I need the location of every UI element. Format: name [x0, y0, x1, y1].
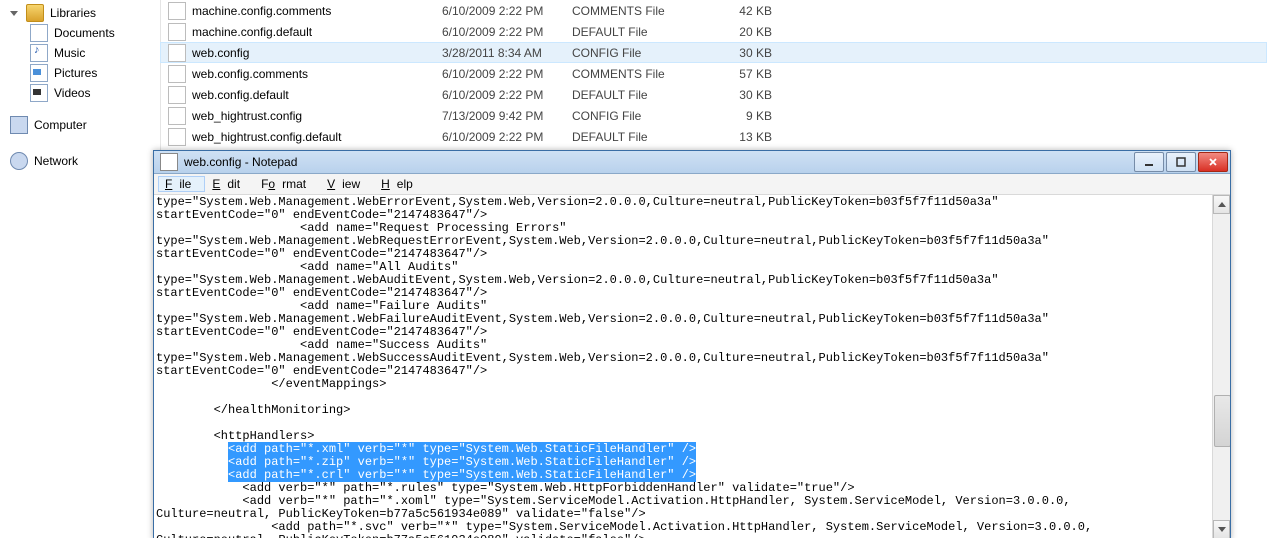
expand-icon: [10, 11, 18, 16]
menu-file[interactable]: File: [158, 176, 205, 192]
file-icon: [168, 86, 186, 104]
file-icon: [168, 2, 186, 20]
file-row[interactable]: web.config.comments6/10/2009 2:22 PMCOMM…: [160, 63, 1267, 84]
file-size: 30 KB: [712, 88, 772, 102]
computer-icon: [10, 116, 28, 134]
notepad-window: web.config - Notepad File Edit Format Vi…: [153, 150, 1231, 538]
explorer-nav-pane: Libraries Documents Music Pictures Video…: [0, 0, 161, 538]
chevron-down-icon: [1218, 527, 1226, 532]
file-type: COMMENTS File: [572, 4, 712, 18]
scroll-down-button[interactable]: [1213, 520, 1230, 538]
menu-edit[interactable]: Edit: [205, 176, 254, 192]
file-type: CONFIG File: [572, 109, 712, 123]
file-icon: [168, 128, 186, 146]
nav-item-label: Videos: [54, 86, 90, 100]
file-date: 6/10/2009 2:22 PM: [442, 88, 572, 102]
file-date: 6/10/2009 2:22 PM: [442, 130, 572, 144]
file-size: 20 KB: [712, 25, 772, 39]
chevron-up-icon: [1218, 202, 1226, 207]
notepad-menu-bar: File Edit Format View Help: [154, 174, 1230, 195]
explorer-file-list: machine.config.comments6/10/2009 2:22 PM…: [160, 0, 1267, 147]
minimize-button[interactable]: [1134, 152, 1164, 172]
pictures-icon: [30, 64, 48, 82]
file-icon: [168, 44, 186, 62]
nav-item-label: Documents: [54, 26, 115, 40]
nav-network-label: Network: [34, 154, 78, 168]
file-date: 7/13/2009 9:42 PM: [442, 109, 572, 123]
nav-item-pictures[interactable]: Pictures: [30, 64, 160, 82]
file-name: web.config.comments: [192, 67, 442, 81]
libraries-icon: [26, 4, 44, 22]
notepad-icon: [160, 153, 178, 171]
nav-item-label: Music: [54, 46, 85, 60]
menu-format[interactable]: Format: [254, 176, 320, 192]
nav-network[interactable]: Network: [10, 152, 160, 170]
file-name: machine.config.comments: [192, 4, 442, 18]
file-row[interactable]: machine.config.default6/10/2009 2:22 PMD…: [160, 21, 1267, 42]
nav-computer[interactable]: Computer: [10, 116, 160, 134]
nav-item-videos[interactable]: Videos: [30, 84, 160, 102]
file-icon: [168, 65, 186, 83]
videos-icon: [30, 84, 48, 102]
menu-view[interactable]: View: [320, 176, 374, 192]
file-row[interactable]: web.config3/28/2011 8:34 AMCONFIG File30…: [160, 42, 1267, 63]
file-date: 6/10/2009 2:22 PM: [442, 25, 572, 39]
file-name: web_hightrust.config.default: [192, 130, 442, 144]
file-name: web_hightrust.config: [192, 109, 442, 123]
file-name: web.config.default: [192, 88, 442, 102]
file-size: 9 KB: [712, 109, 772, 123]
nav-libraries-label: Libraries: [50, 6, 96, 20]
file-date: 6/10/2009 2:22 PM: [442, 4, 572, 18]
vertical-scrollbar[interactable]: [1212, 195, 1230, 538]
scrollbar-thumb[interactable]: [1214, 395, 1230, 447]
close-button[interactable]: [1198, 152, 1228, 172]
file-date: 3/28/2011 8:34 AM: [442, 46, 572, 60]
notepad-title: web.config - Notepad: [184, 155, 1132, 169]
file-size: 13 KB: [712, 130, 772, 144]
file-date: 6/10/2009 2:22 PM: [442, 67, 572, 81]
file-type: CONFIG File: [572, 46, 712, 60]
file-size: 42 KB: [712, 4, 772, 18]
nav-computer-label: Computer: [34, 118, 87, 132]
scroll-up-button[interactable]: [1213, 195, 1230, 214]
notepad-titlebar[interactable]: web.config - Notepad: [154, 151, 1230, 174]
file-type: COMMENTS File: [572, 67, 712, 81]
nav-item-documents[interactable]: Documents: [30, 24, 160, 42]
file-icon: [168, 107, 186, 125]
maximize-button[interactable]: [1166, 152, 1196, 172]
nav-item-label: Pictures: [54, 66, 97, 80]
file-size: 57 KB: [712, 67, 772, 81]
file-icon: [168, 23, 186, 41]
file-type: DEFAULT File: [572, 25, 712, 39]
file-type: DEFAULT File: [572, 130, 712, 144]
file-row[interactable]: machine.config.comments6/10/2009 2:22 PM…: [160, 0, 1267, 21]
file-name: web.config: [192, 46, 442, 60]
music-icon: [30, 44, 48, 62]
notepad-text-area[interactable]: type="System.Web.Management.WebErrorEven…: [154, 195, 1230, 538]
file-row[interactable]: web_hightrust.config.default6/10/2009 2:…: [160, 126, 1267, 147]
network-icon: [10, 152, 28, 170]
menu-help[interactable]: Help: [374, 176, 427, 192]
file-row[interactable]: web.config.default6/10/2009 2:22 PMDEFAU…: [160, 84, 1267, 105]
documents-icon: [30, 24, 48, 42]
file-type: DEFAULT File: [572, 88, 712, 102]
file-size: 30 KB: [712, 46, 772, 60]
file-row[interactable]: web_hightrust.config7/13/2009 9:42 PMCON…: [160, 105, 1267, 126]
file-name: machine.config.default: [192, 25, 442, 39]
nav-libraries[interactable]: Libraries: [10, 4, 160, 22]
nav-item-music[interactable]: Music: [30, 44, 160, 62]
